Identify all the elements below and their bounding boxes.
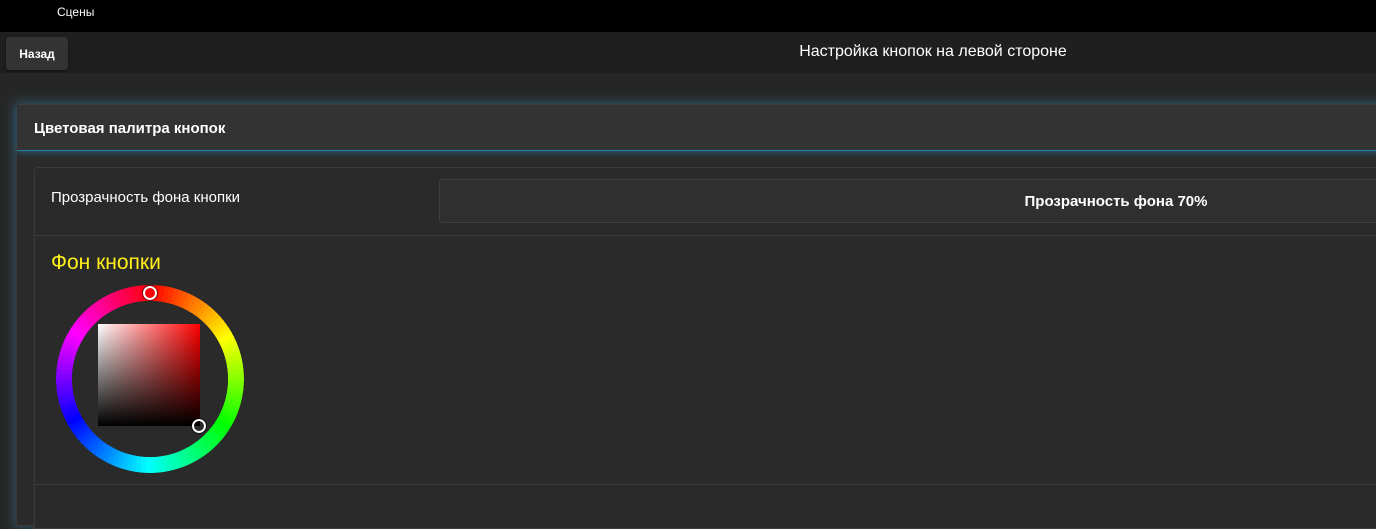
opacity-label: Прозрачность фона кнопки	[51, 189, 241, 206]
divider	[35, 484, 1376, 485]
opacity-row: Прозрачность фона кнопки Прозрачность фо…	[35, 168, 1376, 236]
settings-card: Прозрачность фона кнопки Прозрачность фо…	[34, 167, 1376, 529]
color-palette-panel: Цветовая палитра кнопок Прозрачность фон…	[16, 104, 1376, 529]
scenes-tab[interactable]: Сцены	[57, 5, 94, 19]
back-button[interactable]: Назад	[6, 37, 68, 70]
shade-square[interactable]	[98, 324, 200, 426]
opacity-select[interactable]: Прозрачность фона 70%	[439, 179, 1376, 223]
panel-title: Цветовая палитра кнопок	[34, 120, 226, 137]
button-background-title: Фон кнопки	[51, 251, 161, 274]
color-wheel-picker[interactable]	[53, 282, 247, 476]
opacity-value: Прозрачность фона 70%	[1024, 193, 1208, 210]
panel-header[interactable]: Цветовая палитра кнопок	[17, 105, 1376, 151]
page-title: Настройка кнопок на левой стороне	[799, 43, 1067, 60]
top-bar: Сцены	[0, 0, 1376, 32]
